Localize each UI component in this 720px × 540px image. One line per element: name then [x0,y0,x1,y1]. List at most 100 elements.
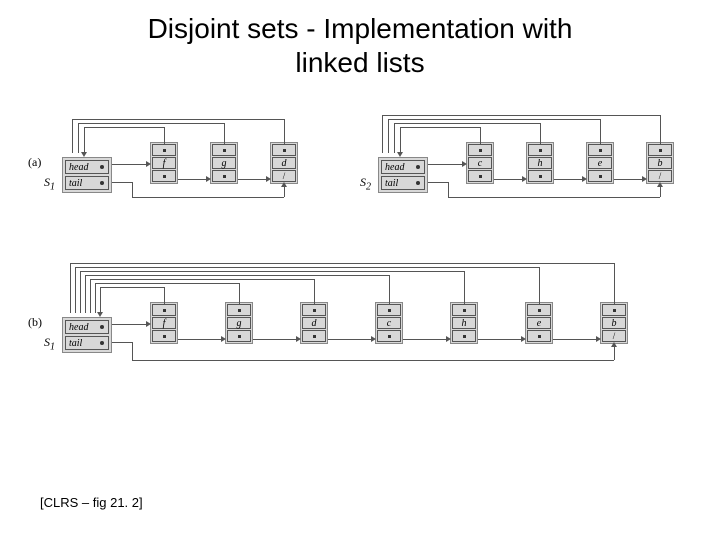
node-h-b: h [450,302,478,344]
arrow-line [132,360,614,361]
node-back-ptr [272,144,296,156]
node-back-ptr [527,304,551,316]
arrow-line [382,115,661,116]
node-next-ptr [468,170,492,182]
arrow-head-icon [462,161,467,167]
arrow-head-icon [446,336,451,342]
pointer-dot [416,181,420,185]
arrow-line [382,115,383,153]
citation-text: [CLRS – fig 21. 2] [40,495,143,510]
arrow-head-icon [281,182,287,187]
arrow-line [75,267,76,313]
node-key: f [152,157,176,169]
arrow-line [540,123,541,145]
arrow-line [178,179,206,180]
arrow-head-icon [146,321,151,327]
arrow-line [388,119,389,153]
arrow-line [95,283,240,284]
arrow-line [90,279,91,313]
arrow-line [72,119,285,120]
node-back-ptr [152,304,176,316]
node-next-ptr [152,330,176,342]
arrow-line [132,197,284,198]
arrow-line [478,339,521,340]
arrow-line [400,127,481,128]
node-key: f [152,317,176,329]
arrow-line [85,275,86,313]
node-next-ptr [152,170,176,182]
arrow-line [394,123,541,124]
slide-title: Disjoint sets - Implementation with link… [0,0,720,87]
arrow-line [539,267,540,305]
arrow-line [78,123,79,153]
node-back-ptr [648,144,672,156]
arrow-line [388,119,601,120]
arrow-line [112,342,132,343]
arrow-head-icon [397,152,403,157]
arrow-line [100,287,165,288]
node-next-ptr [227,330,251,342]
arrow-line [554,179,582,180]
head-row: head [65,160,109,174]
arrow-line [132,342,133,360]
row-label-a: (a) [28,155,41,170]
node-next-ptr [527,330,551,342]
arrow-line [239,283,240,305]
node-key: d [302,317,326,329]
node-key: g [227,317,251,329]
node-h-a: h [526,142,554,184]
node-e-a: e [586,142,614,184]
arrow-line [314,279,315,305]
arrow-line [553,339,596,340]
arrow-line [428,164,462,165]
arrow-line [78,123,225,124]
node-next-nil [272,170,296,182]
arrow-line [614,263,615,305]
node-next-ptr [377,330,401,342]
arrow-line [464,271,465,305]
arrow-head-icon [521,336,526,342]
arrow-line [614,179,642,180]
arrow-line [112,324,146,325]
arrow-line [448,182,449,197]
tail-row: tail [65,176,109,190]
arrow-line [224,123,225,145]
arrow-head-icon [611,342,617,347]
arrow-line [494,179,522,180]
node-back-ptr [528,144,552,156]
arrow-head-icon [266,176,271,182]
arrow-head-icon [657,182,663,187]
node-key: b [602,317,626,329]
node-key: c [468,157,492,169]
node-g-b: g [225,302,253,344]
pointer-dot [416,165,420,169]
head-row: head [381,160,425,174]
node-key: d [272,157,296,169]
node-key: g [212,157,236,169]
arrow-head-icon [221,336,226,342]
arrow-line [112,182,132,183]
node-key: c [377,317,401,329]
arrow-line [428,182,448,183]
node-back-ptr [452,304,476,316]
arrow-line [164,127,165,145]
pointer-dot [100,181,104,185]
set-label-s1-b: S1 [44,335,55,352]
arrow-head-icon [97,312,103,317]
node-c-a: c [466,142,494,184]
node-key: h [452,317,476,329]
arrow-line [70,263,71,313]
node-next-ptr [588,170,612,182]
arrow-line [70,263,615,264]
node-back-ptr [152,144,176,156]
node-d-a: d [270,142,298,184]
arrow-line [448,197,660,198]
pointer-dot [100,165,104,169]
set-box-s2-a: head tail [378,157,428,193]
title-line-2: linked lists [295,47,424,78]
arrow-line [284,119,285,145]
node-e-b: e [525,302,553,344]
arrow-line [389,275,390,305]
arrow-line [90,279,315,280]
arrow-line [178,339,221,340]
